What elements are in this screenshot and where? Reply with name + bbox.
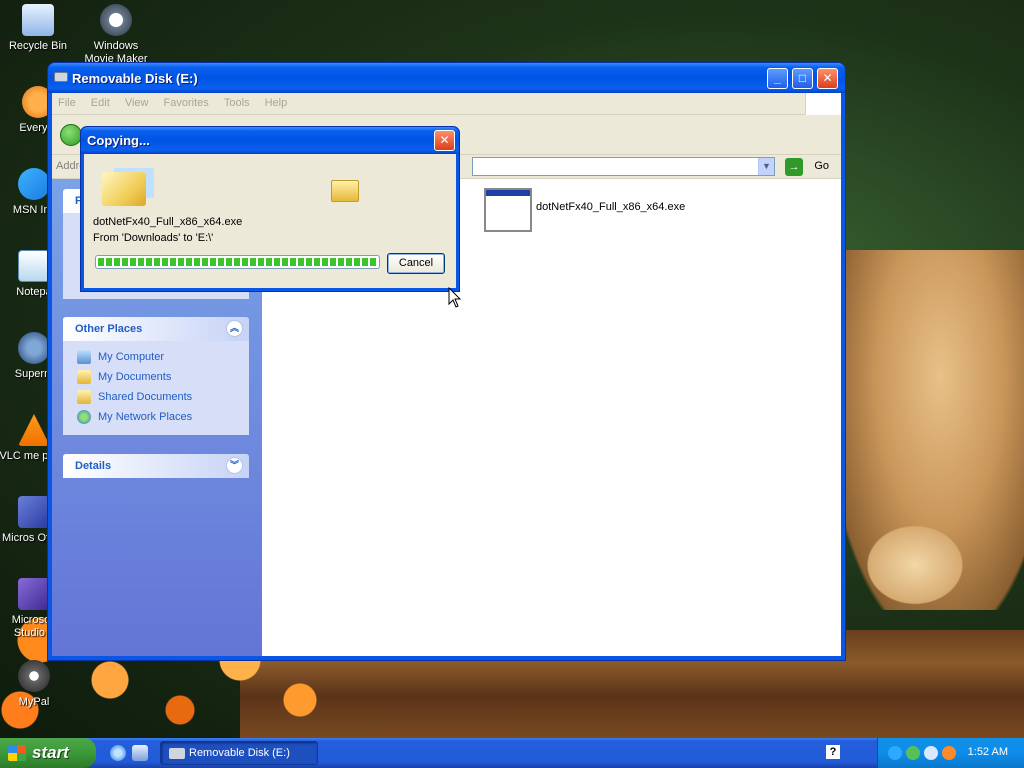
wallpaper-dog-paw bbox=[860, 520, 970, 610]
other-places-panel: Other Places ︽ My Computer My Documents … bbox=[63, 317, 249, 435]
source-folder-icon bbox=[102, 172, 146, 206]
taskbar: start Removable Disk (E:) ? 1:52 AM bbox=[0, 738, 1024, 768]
start-button[interactable]: start bbox=[0, 738, 96, 768]
copy-dialog: Copying... ✕ dotNetFx40_Full_x86_x64.exe… bbox=[80, 126, 460, 292]
volume-tray-icon[interactable] bbox=[924, 746, 938, 760]
file-name[interactable]: dotNetFx40_Full_x86_x64.exe bbox=[536, 201, 685, 213]
app-icon bbox=[18, 332, 50, 364]
recycle-bin-icon bbox=[22, 4, 54, 36]
my-documents-icon bbox=[77, 370, 91, 384]
desktop-icon-movie-maker[interactable]: Windows Movie Maker bbox=[78, 4, 154, 66]
mypal-icon bbox=[18, 660, 50, 692]
system-tray: 1:52 AM bbox=[877, 738, 1024, 768]
menu-view[interactable]: View bbox=[119, 93, 155, 109]
other-places-title: Other Places bbox=[75, 323, 143, 335]
details-header[interactable]: Details ︾ bbox=[63, 454, 249, 478]
network-tray-icon[interactable] bbox=[888, 746, 902, 760]
menu-edit[interactable]: Edit bbox=[85, 93, 116, 109]
menu-favorites[interactable]: Favorites bbox=[158, 93, 215, 109]
desktop-icon-mypal[interactable]: MyPal bbox=[0, 660, 72, 709]
copy-dialog-titlebar[interactable]: Copying... ✕ bbox=[81, 127, 459, 154]
network-places-icon bbox=[77, 410, 91, 424]
other-places-header[interactable]: Other Places ︽ bbox=[63, 317, 249, 341]
movie-maker-icon bbox=[100, 4, 132, 36]
internet-explorer-icon[interactable] bbox=[110, 745, 126, 761]
copy-progress-fill bbox=[98, 258, 377, 266]
help-icon[interactable]: ? bbox=[826, 745, 840, 759]
mouse-cursor-icon bbox=[448, 287, 462, 308]
vlc-icon bbox=[18, 414, 50, 446]
destination-folder-icon bbox=[331, 180, 359, 202]
details-panel: Details ︾ bbox=[63, 454, 249, 478]
collapse-chevron-icon[interactable]: ︽ bbox=[226, 320, 243, 337]
explorer-titlebar[interactable]: Removable Disk (E:) _ □ ✕ bbox=[48, 63, 845, 93]
menu-help[interactable]: Help bbox=[259, 93, 294, 109]
drive-icon bbox=[54, 72, 68, 82]
copy-file-name: dotNetFx40_Full_x86_x64.exe bbox=[93, 216, 243, 228]
windows-logo-icon bbox=[805, 93, 841, 115]
address-input[interactable]: ▼ bbox=[472, 157, 775, 176]
drive-icon bbox=[169, 748, 185, 759]
clock[interactable]: 1:52 AM bbox=[968, 746, 1008, 758]
show-desktop-icon[interactable] bbox=[132, 745, 148, 761]
shared-documents-icon bbox=[77, 390, 91, 404]
link-shared-documents[interactable]: Shared Documents bbox=[63, 387, 249, 407]
notepad-icon bbox=[18, 250, 50, 282]
search-tray-icon[interactable] bbox=[942, 746, 956, 760]
taskbar-item-removable-disk[interactable]: Removable Disk (E:) bbox=[160, 741, 318, 765]
office-icon bbox=[18, 496, 50, 528]
dialog-close-button[interactable]: ✕ bbox=[434, 130, 455, 151]
copy-progress-bar bbox=[95, 255, 380, 269]
link-my-network-places[interactable]: My Network Places bbox=[63, 407, 249, 427]
copy-dialog-body: dotNetFx40_Full_x86_x64.exe From 'Downlo… bbox=[84, 154, 456, 288]
studio-icon bbox=[18, 578, 50, 610]
desktop-icon-recycle-bin[interactable]: Recycle Bin bbox=[0, 4, 76, 53]
copy-from-text: From 'Downloads' to 'E:\' bbox=[93, 232, 214, 244]
details-title: Details bbox=[75, 460, 112, 472]
link-my-documents[interactable]: My Documents bbox=[63, 367, 249, 387]
my-computer-icon bbox=[77, 350, 91, 364]
window-title: Removable Disk (E:) bbox=[72, 71, 198, 86]
copy-dialog-title: Copying... bbox=[87, 133, 150, 148]
cancel-button[interactable]: Cancel bbox=[387, 253, 445, 274]
close-button[interactable]: ✕ bbox=[817, 68, 838, 89]
back-arrow-icon[interactable] bbox=[60, 124, 82, 146]
chevron-down-icon[interactable]: ▼ bbox=[758, 158, 774, 175]
maximize-button[interactable]: □ bbox=[792, 68, 813, 89]
minimize-button[interactable]: _ bbox=[767, 68, 788, 89]
go-button[interactable]: Go bbox=[814, 160, 829, 172]
menu-tools[interactable]: Tools bbox=[218, 93, 256, 109]
exe-file-icon[interactable] bbox=[484, 188, 532, 232]
menu-bar: File Edit View Favorites Tools Help bbox=[52, 93, 841, 115]
windows-flag-icon bbox=[8, 745, 26, 761]
msn-icon bbox=[18, 168, 50, 200]
go-arrow-icon[interactable]: → bbox=[785, 158, 803, 176]
link-my-computer[interactable]: My Computer bbox=[63, 347, 249, 367]
usb-tray-icon[interactable] bbox=[906, 746, 920, 760]
menu-file[interactable]: File bbox=[52, 93, 82, 109]
expand-chevron-icon[interactable]: ︾ bbox=[226, 457, 243, 474]
